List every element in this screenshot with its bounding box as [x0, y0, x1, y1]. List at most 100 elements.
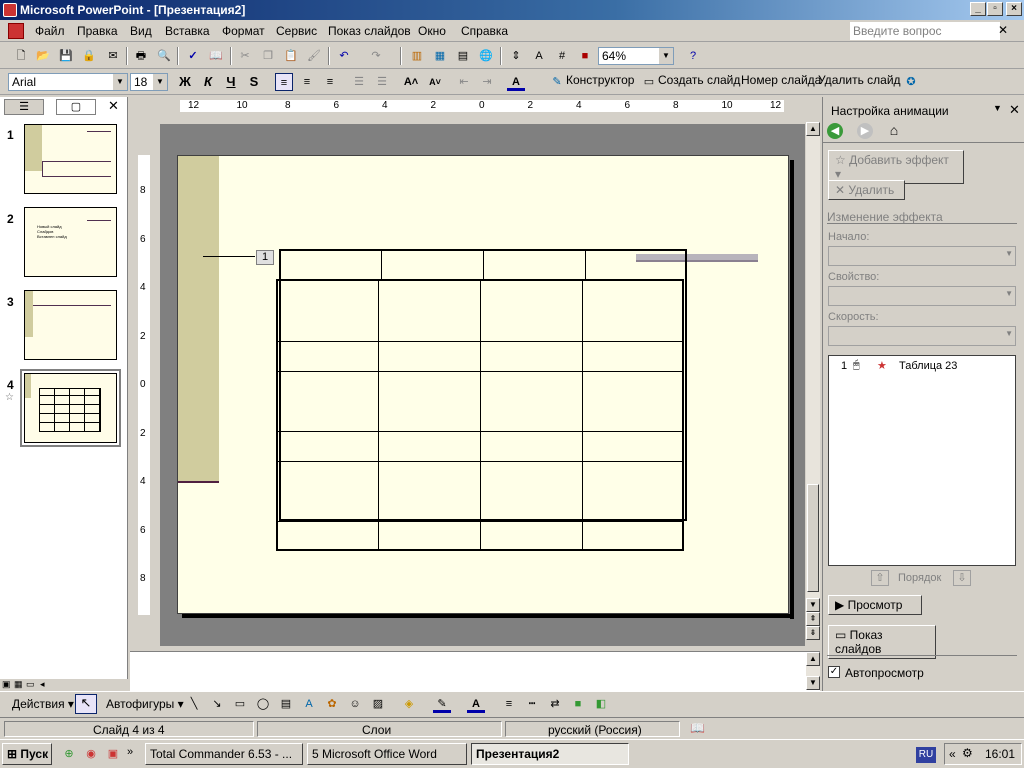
select-pointer-icon[interactable]: ↖ — [75, 694, 97, 714]
oval-icon[interactable]: ◯ — [254, 695, 272, 713]
font-color-icon[interactable]: A — [507, 73, 525, 91]
delete-slide-button[interactable]: Удалить слайд — [818, 73, 901, 87]
font-size-combo[interactable]: 18 ▼ — [130, 73, 168, 91]
property-combo[interactable]: ▼ — [828, 286, 1016, 306]
scroll-down-icon[interactable]: ▼ — [806, 598, 820, 612]
notes-scrollbar[interactable]: ▲ ▼ — [806, 652, 820, 690]
3d-style-icon[interactable]: ◧ — [592, 695, 610, 713]
scroll-down-icon[interactable]: ▼ — [806, 676, 820, 690]
slide-canvas[interactable]: 1 — [177, 155, 789, 614]
task-word[interactable]: 5 Microsoft Office Word — [307, 743, 467, 765]
play-button[interactable]: ▶ Просмотр — [828, 595, 922, 615]
arrow-icon[interactable]: ↘ — [208, 695, 226, 713]
menu-help[interactable]: Справка — [461, 24, 508, 38]
help-icon[interactable]: ? — [684, 47, 702, 65]
more-quicklaunch-icon[interactable]: » — [127, 746, 133, 758]
next-slide-icon[interactable]: ⇟ — [806, 626, 820, 640]
autopreview-checkbox[interactable]: ✓ — [828, 666, 840, 678]
fill-color-icon[interactable]: ◈ — [400, 695, 418, 713]
move-up-icon[interactable]: ⇧ — [871, 570, 889, 586]
autoshapes-menu[interactable]: Автофигуры ▾ — [106, 697, 184, 711]
table-icon[interactable]: ▦ — [431, 47, 449, 65]
animation-item-table-23[interactable]: Таблица 23 — [899, 360, 957, 372]
email-icon[interactable]: ✉ — [104, 47, 122, 65]
task-powerpoint[interactable]: Презентация2 — [471, 743, 629, 765]
italic-icon[interactable]: К — [199, 73, 217, 91]
start-combo[interactable]: ▼ — [828, 246, 1016, 266]
table-23[interactable] — [276, 279, 684, 551]
scroll-left-icon[interactable]: ◂ — [40, 679, 45, 690]
research-icon[interactable]: 📖 — [207, 47, 225, 65]
animation-list[interactable]: 1 🖱 ★ Таблица 23 — [828, 355, 1016, 566]
picture-icon[interactable]: ▨ — [369, 695, 387, 713]
align-right-icon[interactable]: ≡ — [321, 73, 339, 91]
chart-icon[interactable]: ▥ — [408, 47, 426, 65]
slides-tab[interactable]: ▢ — [56, 99, 96, 115]
arrow-style-icon[interactable]: ⇄ — [546, 695, 564, 713]
back-icon[interactable]: ◀ — [827, 123, 843, 139]
quicklaunch-icon[interactable]: ◉ — [82, 745, 100, 763]
add-effect-button[interactable]: ☆ Добавить эффект ▾ — [828, 150, 964, 184]
prev-slide-icon[interactable]: ⇞ — [806, 612, 820, 626]
taskpane-menu-icon[interactable]: ▼ — [993, 103, 1002, 113]
copy-icon[interactable]: ❐ — [259, 47, 277, 65]
remove-effect-button[interactable]: ✕ Удалить — [828, 180, 905, 200]
print-preview-icon[interactable]: 🔍 — [155, 47, 173, 65]
slide-thumbnail-4[interactable] — [24, 373, 117, 443]
increase-font-icon[interactable]: A˄ — [402, 73, 420, 91]
minimize-button[interactable]: _ — [970, 2, 986, 16]
close-doc-icon[interactable]: ✕ — [998, 23, 1008, 37]
menu-slideshow[interactable]: Показ слайдов — [328, 24, 411, 38]
document-icon[interactable] — [8, 23, 24, 39]
forward-icon[interactable]: ▶ — [857, 123, 873, 139]
outline-tab[interactable]: ☰ — [4, 99, 44, 115]
paste-icon[interactable]: 📋 — [282, 47, 300, 65]
open-icon[interactable]: 📂 — [34, 47, 52, 65]
designer-button[interactable]: Конструктор — [566, 73, 634, 87]
menu-tools[interactable]: Сервис — [276, 24, 317, 38]
speed-combo[interactable]: ▼ — [828, 326, 1016, 346]
new-slide-button[interactable]: Создать слайд — [658, 73, 740, 87]
horizontal-ruler[interactable]: 12 10 8 6 4 2 0 2 4 6 8 10 12 — [180, 100, 784, 112]
powerpoint-app-icon[interactable] — [3, 3, 17, 17]
new-icon[interactable]: 🗋 — [12, 47, 30, 65]
menu-format[interactable]: Формат — [222, 24, 265, 38]
spelling-icon[interactable]: ✓ — [184, 47, 202, 65]
hyperlink-icon[interactable]: 🌐 — [477, 47, 495, 65]
tables-borders-icon[interactable]: ▤ — [454, 47, 472, 65]
notes-pane[interactable] — [130, 651, 820, 691]
slideshow-button[interactable]: ▭ Показ слайдов — [828, 625, 936, 659]
save-icon[interactable]: 💾 — [57, 47, 75, 65]
underline-icon[interactable]: Ч — [222, 73, 240, 91]
quicklaunch-icon[interactable]: ⊕ — [60, 745, 78, 763]
dash-style-icon[interactable]: ┅ — [523, 695, 541, 713]
home-icon[interactable]: ⌂ — [885, 122, 903, 140]
rectangle-icon[interactable]: ▭ — [231, 695, 249, 713]
animation-order-marker[interactable]: 1 — [256, 250, 274, 265]
slideshow-view-icon[interactable]: ▭ — [26, 679, 35, 690]
line-style-icon[interactable]: ≡ — [500, 695, 518, 713]
color-grayscale-icon[interactable]: ■ — [576, 47, 594, 65]
decrease-indent-icon[interactable]: ⇤ — [455, 73, 473, 91]
close-pane-icon[interactable]: ✕ — [108, 98, 119, 114]
slide-vscrollbar[interactable]: ▲ ▼ ⇞ ⇟ — [806, 122, 820, 640]
wordart-icon[interactable]: A — [300, 695, 318, 713]
start-button[interactable]: ⊞ Пуск — [2, 743, 52, 765]
zoom-combo[interactable]: 64% ▼ — [598, 47, 674, 65]
vertical-ruler[interactable]: 8 6 4 2 0 2 4 6 8 — [138, 155, 150, 615]
move-down-icon[interactable]: ⇩ — [953, 570, 971, 586]
bullets-icon[interactable]: ☰ — [373, 73, 391, 91]
grid-icon[interactable]: # — [553, 47, 571, 65]
line-icon[interactable]: ╲ — [185, 695, 203, 713]
shadow-style-icon[interactable]: ■ — [569, 695, 587, 713]
align-center-icon[interactable]: ≡ — [298, 73, 316, 91]
menu-edit[interactable]: Правка — [77, 24, 118, 38]
clipart-icon[interactable]: ☺ — [346, 695, 364, 713]
animation-icon[interactable]: ✪ — [902, 73, 920, 91]
actions-menu[interactable]: Действия ▾ — [12, 697, 74, 711]
bold-icon[interactable]: Ж — [176, 73, 194, 91]
close-taskpane-icon[interactable]: ✕ — [1009, 102, 1020, 118]
redo-icon[interactable]: ↷ — [367, 47, 385, 65]
expand-icon[interactable]: ⇕ — [507, 47, 525, 65]
font-combo[interactable]: Arial ▼ — [8, 73, 128, 91]
